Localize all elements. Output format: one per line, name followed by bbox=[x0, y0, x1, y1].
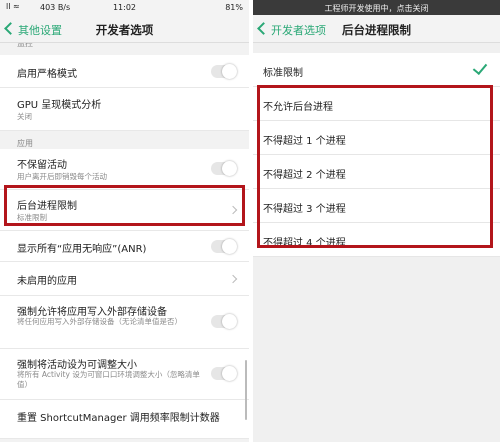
option-no-background-processes[interactable]: 不允许后台进程 bbox=[253, 87, 500, 121]
option-label: 标准限制 bbox=[263, 68, 303, 79]
option-max-2-processes[interactable]: 不得超过 2 个进程 bbox=[253, 155, 500, 189]
setting-force-resizable[interactable]: 强制将活动设为可调整大小 将所有 Activity 设为可窗口口环境调整大小（忽… bbox=[0, 349, 249, 400]
option-label: 不得超过 4 个进程 bbox=[263, 238, 346, 249]
developer-options-screen: ll ≈ 403 B/s 11:02 81% 其他设置 开发者选项 监控 启用严… bbox=[0, 0, 249, 442]
title-bar: 其他设置 开发者选项 bbox=[0, 15, 249, 43]
setting-background-process-limit[interactable]: 后台进程限制 标准限制 bbox=[0, 190, 249, 231]
option-label: 不得超过 2 个进程 bbox=[263, 170, 346, 181]
battery-level: 81% bbox=[225, 3, 243, 12]
section-label-apps: 应用 bbox=[0, 131, 249, 149]
option-label: 不得超过 1 个进程 bbox=[263, 136, 346, 147]
option-standard-limit[interactable]: 标准限制 bbox=[253, 53, 500, 87]
setting-force-external-storage[interactable]: 强制允许将应用写入外部存储设备 将任何应用写入外部存储设备（无论清单值是否） bbox=[0, 296, 249, 349]
setting-strict-mode[interactable]: 启用严格模式 bbox=[0, 55, 249, 88]
chevron-right-icon bbox=[228, 205, 238, 215]
force-resizable-toggle[interactable] bbox=[211, 366, 237, 381]
setting-inactive-apps[interactable]: 未启用的应用 bbox=[0, 262, 249, 296]
option-max-3-processes[interactable]: 不得超过 3 个进程 bbox=[253, 189, 500, 223]
setting-value: 标准限制 bbox=[17, 213, 47, 222]
scrollbar[interactable] bbox=[245, 360, 247, 420]
setting-description: 用户离开后即销毁每个活动 bbox=[17, 172, 107, 181]
force-external-storage-toggle[interactable] bbox=[211, 314, 237, 329]
engineer-mode-notice[interactable]: 工程师开发使用中，点击关闭 bbox=[253, 3, 500, 14]
setting-reset-shortcutmanager[interactable]: 重置 ShortcutManager 调用频率限制计数器 bbox=[0, 400, 249, 439]
section-label-text: 监控 bbox=[17, 43, 33, 48]
option-label: 不允许后台进程 bbox=[263, 102, 333, 113]
section-label-text: 应用 bbox=[17, 139, 33, 148]
strict-mode-toggle[interactable] bbox=[211, 64, 237, 79]
clock: 11:02 bbox=[112, 3, 137, 12]
setting-label: 不保留活动 bbox=[17, 160, 67, 171]
setting-show-all-anr[interactable]: 显示所有“应用无响应”(ANR) bbox=[0, 231, 249, 262]
setting-description: 将任何应用写入外部存储设备（无论清单值是否） bbox=[17, 317, 182, 326]
page-title: 后台进程限制 bbox=[342, 23, 411, 37]
status-bar: 工程师开发使用中，点击关闭 bbox=[253, 0, 500, 15]
section-label-monitoring: 监控 bbox=[0, 43, 249, 55]
setting-label: 未启用的应用 bbox=[17, 276, 77, 287]
page-title: 开发者选项 bbox=[95, 23, 154, 37]
status-bar: ll ≈ 403 B/s 11:02 81% bbox=[0, 0, 249, 15]
dont-keep-activities-toggle[interactable] bbox=[211, 161, 237, 176]
option-max-4-processes[interactable]: 不得超过 4 个进程 bbox=[253, 223, 500, 257]
setting-label: 后台进程限制 bbox=[17, 201, 77, 212]
setting-label: 启用严格模式 bbox=[17, 69, 77, 80]
background-process-limit-screen: 工程师开发使用中，点击关闭 开发者选项 后台进程限制 标准限制 不允许后台进程 … bbox=[253, 0, 500, 442]
setting-gpu-profiling[interactable]: GPU 呈现模式分析 关闭 bbox=[0, 88, 249, 131]
setting-label: GPU 呈现模式分析 bbox=[17, 100, 102, 111]
title-bar: 开发者选项 后台进程限制 bbox=[253, 15, 500, 43]
setting-dont-keep-activities[interactable]: 不保留活动 用户离开后即销毁每个活动 bbox=[0, 149, 249, 190]
option-max-1-process[interactable]: 不得超过 1 个进程 bbox=[253, 121, 500, 155]
setting-value: 关闭 bbox=[17, 112, 32, 121]
setting-description: 将所有 Activity 设为可窗口口环境调整大小（忽略清单值） bbox=[17, 370, 200, 389]
setting-label: 显示所有“应用无响应”(ANR) bbox=[17, 244, 147, 255]
show-anr-toggle[interactable] bbox=[211, 239, 237, 254]
chevron-right-icon bbox=[228, 274, 238, 284]
setting-label: 强制允许将应用写入外部存储设备 bbox=[17, 307, 167, 318]
setting-label: 重置 ShortcutManager 调用频率限制计数器 bbox=[17, 413, 220, 424]
setting-label: 强制将活动设为可调整大小 bbox=[17, 360, 137, 371]
option-label: 不得超过 3 个进程 bbox=[263, 204, 346, 215]
checkmark-icon bbox=[472, 59, 488, 76]
